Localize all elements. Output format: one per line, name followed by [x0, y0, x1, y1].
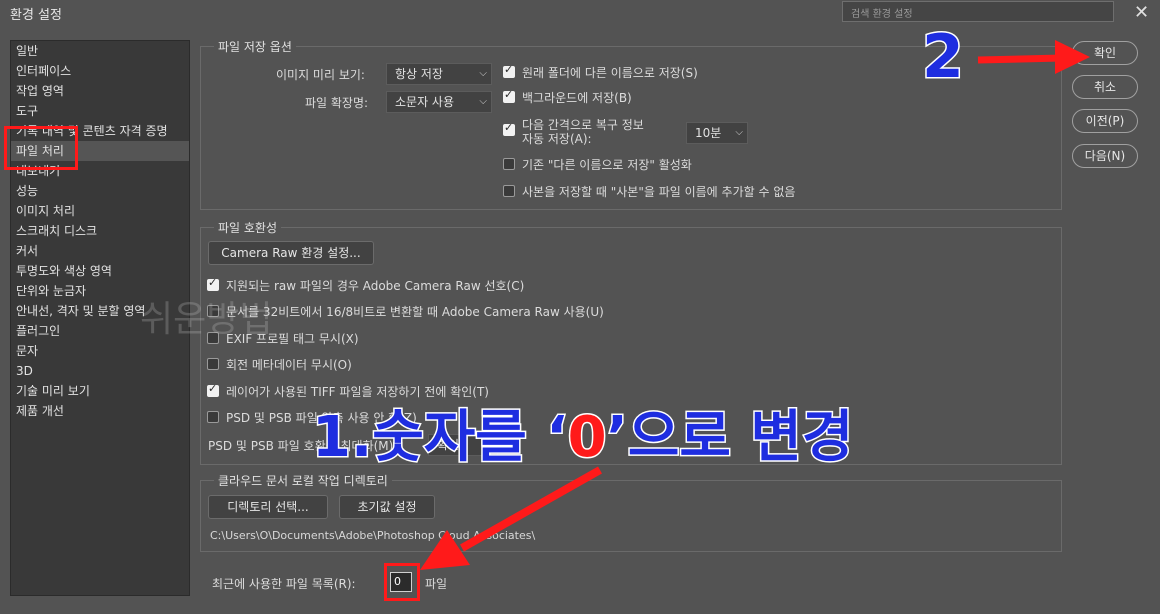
step1-prefix: 1.숫자를 ‘: [311, 404, 570, 472]
step1-annotation: 1.숫자를 ‘0’으로 변경: [311, 392, 855, 473]
annotation-arrows: [420, 40, 1090, 570]
step1-suffix: ’으로 변경: [605, 404, 855, 472]
arrow-to-input-icon: [420, 466, 602, 570]
arrow-to-ok-icon: [977, 40, 1090, 74]
step2-annotation: 2: [921, 21, 966, 94]
step1-zero: 0: [566, 404, 608, 472]
